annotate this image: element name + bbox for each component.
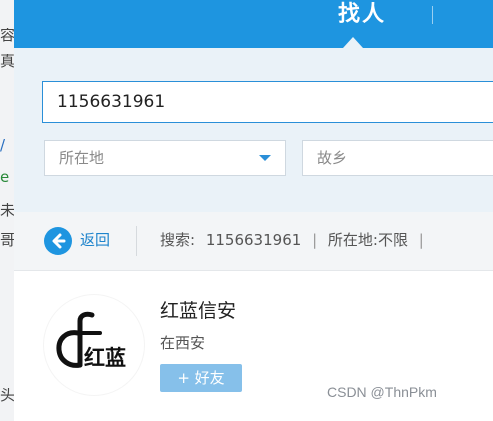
search-summary: 搜索: 1156631961 | 所在地:不限 | <box>160 230 430 250</box>
bg-glyph: 真 <box>0 54 14 69</box>
add-friend-button[interactable]: + 好友 <box>160 364 242 392</box>
bg-glyph: 容 <box>0 28 14 43</box>
avatar-text: 红蓝 <box>84 346 126 370</box>
avatar[interactable]: 红蓝 <box>44 295 144 395</box>
back-link[interactable]: 返回 <box>80 230 110 250</box>
summary-prefix: 搜索: <box>160 231 196 249</box>
search-area: 1156631961 所在地 故乡 <box>14 48 493 212</box>
tab-separator <box>432 6 433 24</box>
toolbar-divider <box>136 226 137 256</box>
bg-glyph: e <box>0 170 10 185</box>
bg-glyph: 未 <box>0 203 14 218</box>
hometown-select[interactable]: 故乡 <box>302 140 493 176</box>
result-toolbar: 返回 搜索: 1156631961 | 所在地:不限 | <box>14 212 493 271</box>
back-arrow-icon[interactable] <box>44 227 72 255</box>
hometown-select-label: 故乡 <box>317 149 348 167</box>
watermark: CSDN @ThnPkm <box>327 384 437 400</box>
bg-glyph: 头 <box>0 388 14 403</box>
find-people-panel: 找人 1156631961 所在地 故乡 返回 搜索: 1156631961 |… <box>14 0 493 421</box>
summary-location: 所在地:不限 <box>327 231 408 249</box>
location-select[interactable]: 所在地 <box>44 140 286 176</box>
summary-query: 1156631961 <box>205 231 302 249</box>
chevron-down-icon <box>259 155 271 161</box>
bg-glyph: 哥 <box>0 233 14 248</box>
bg-glyph: / <box>0 138 6 153</box>
summary-pipe: | <box>418 231 424 249</box>
top-tab-bar: 找人 <box>14 0 493 48</box>
result-item[interactable]: 红蓝 红蓝信安 在西安 + 好友 CSDN @ThnPkm <box>14 271 493 421</box>
location-select-label: 所在地 <box>59 149 105 167</box>
summary-pipe: | <box>312 231 318 249</box>
search-input[interactable]: 1156631961 <box>42 81 493 123</box>
result-name: 红蓝信安 <box>160 300 237 322</box>
background-window-strip: 容 真 / e 未 哥 头 <box>0 0 14 421</box>
active-tab-caret <box>343 37 363 48</box>
result-location: 在西安 <box>160 334 206 352</box>
